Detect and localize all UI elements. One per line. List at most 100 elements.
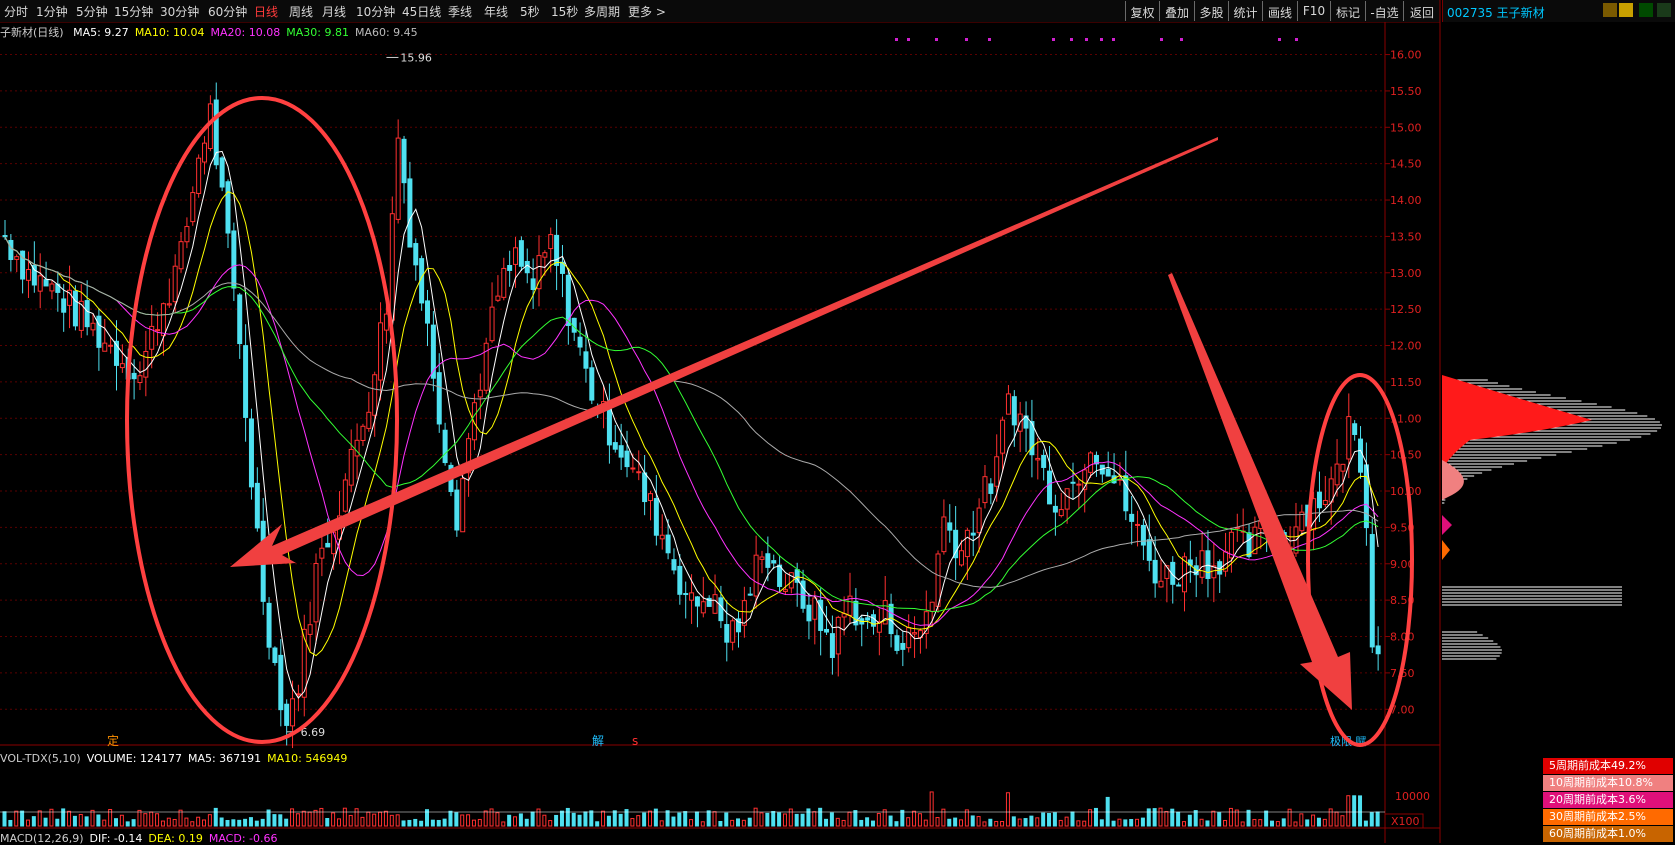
candle-body — [248, 418, 254, 488]
candle-body — [1011, 396, 1017, 426]
vol-legend-item-1: VOLUME: 124177 — [86, 752, 182, 765]
candle-body — [647, 493, 653, 502]
volume-bar — [800, 813, 805, 827]
volume-bar — [953, 817, 958, 827]
volume-bar — [1334, 811, 1339, 827]
candle-body — [243, 345, 249, 418]
candle-body — [360, 425, 366, 441]
price-tick-label: 8.00 — [1390, 631, 1415, 644]
price-tick-label: 14.00 — [1390, 194, 1422, 207]
volume-bar — [929, 791, 934, 827]
candle-body — [425, 300, 431, 324]
candle-body — [929, 601, 935, 612]
volume-bar — [284, 818, 289, 827]
candle-body — [865, 617, 871, 621]
volume-bar — [319, 807, 324, 827]
candle-body — [237, 294, 243, 345]
candle-body — [1129, 513, 1135, 522]
volume-bar — [254, 820, 259, 827]
candle-body — [671, 559, 677, 571]
volume-bar — [1358, 795, 1363, 827]
volume-bar — [96, 814, 101, 827]
candle-body — [782, 589, 788, 592]
volume-bar — [712, 811, 717, 827]
volume-bar — [923, 819, 928, 827]
candle-body — [143, 350, 149, 378]
candle-body — [348, 448, 354, 486]
event-marker — [965, 38, 968, 41]
candle-body — [489, 306, 495, 342]
volume-bar — [471, 819, 476, 827]
volume-bar — [595, 821, 600, 827]
marker-ding: 定 — [107, 733, 119, 748]
candle-body — [589, 367, 595, 401]
candle-body — [947, 522, 953, 531]
price-tick-label: 16.00 — [1390, 49, 1422, 62]
volume-bar — [143, 813, 148, 827]
volume-bar — [1375, 811, 1380, 827]
volume-bar — [994, 820, 999, 827]
volume-bar — [583, 811, 588, 827]
candle-body — [824, 628, 830, 633]
volume-bar — [260, 818, 265, 827]
candle-body — [225, 181, 231, 234]
volume-bar — [1029, 815, 1034, 827]
volume-bar — [196, 816, 201, 827]
volume-bar — [55, 818, 60, 827]
event-marker — [1052, 38, 1055, 41]
candle-body — [307, 624, 313, 635]
candle-body — [284, 703, 290, 726]
candle-body — [976, 507, 982, 534]
volume-bar — [1158, 807, 1163, 827]
volume-bar — [636, 815, 641, 827]
volume-bar — [1228, 807, 1233, 827]
volume-bar — [1252, 818, 1257, 827]
volume-bar — [700, 821, 705, 827]
volume-bar — [677, 812, 682, 827]
volume-bar — [1000, 821, 1005, 827]
volume-bar — [331, 812, 336, 827]
volume-bar — [272, 814, 277, 827]
macd-legend: MACD(12,26,9) DIF: -0.14 DEA: 0.19 MACD: -0… — [0, 832, 284, 845]
candle-body — [166, 303, 172, 306]
volume-bar — [1299, 813, 1304, 827]
candle-body — [190, 192, 196, 223]
candle-body — [137, 375, 143, 384]
volume-tick-label: 10000 — [1395, 790, 1430, 803]
volume-bar — [2, 811, 7, 827]
price-tick-label: 11.50 — [1390, 376, 1422, 389]
volume-bar — [1017, 818, 1022, 827]
candle-body — [460, 478, 466, 533]
price-tick-label: 12.00 — [1390, 340, 1422, 353]
volume-bar — [647, 810, 652, 827]
candle-body — [771, 560, 777, 564]
ma60-line — [4, 236, 1379, 588]
candle-body — [184, 226, 190, 243]
candle-body — [1064, 488, 1070, 510]
chip-magenta-area — [1442, 515, 1452, 535]
volume-bar — [1129, 819, 1134, 827]
candle-body — [1005, 393, 1011, 415]
event-marker — [1160, 38, 1163, 41]
candle-body — [2, 235, 8, 238]
event-marker — [1070, 38, 1073, 41]
volume-bar — [1264, 810, 1269, 827]
price-tick-label: 15.50 — [1390, 85, 1422, 98]
volume-bar — [202, 819, 207, 827]
volume-bar — [1281, 818, 1286, 827]
candle-body — [1334, 463, 1340, 486]
candle-body — [172, 265, 178, 303]
candle-body — [1140, 524, 1146, 546]
volume-bar — [853, 810, 858, 827]
candle-body — [401, 138, 407, 184]
volume-bar — [61, 808, 66, 827]
candle-body — [196, 157, 202, 194]
candle-body — [25, 269, 31, 281]
candle-body — [958, 550, 964, 566]
candle-body — [1047, 470, 1053, 505]
price-tick-label: 13.00 — [1390, 267, 1422, 280]
volume-bar — [847, 811, 852, 827]
volume-bar — [14, 810, 19, 827]
volume-bar — [1275, 821, 1280, 827]
candle-body — [507, 264, 513, 271]
